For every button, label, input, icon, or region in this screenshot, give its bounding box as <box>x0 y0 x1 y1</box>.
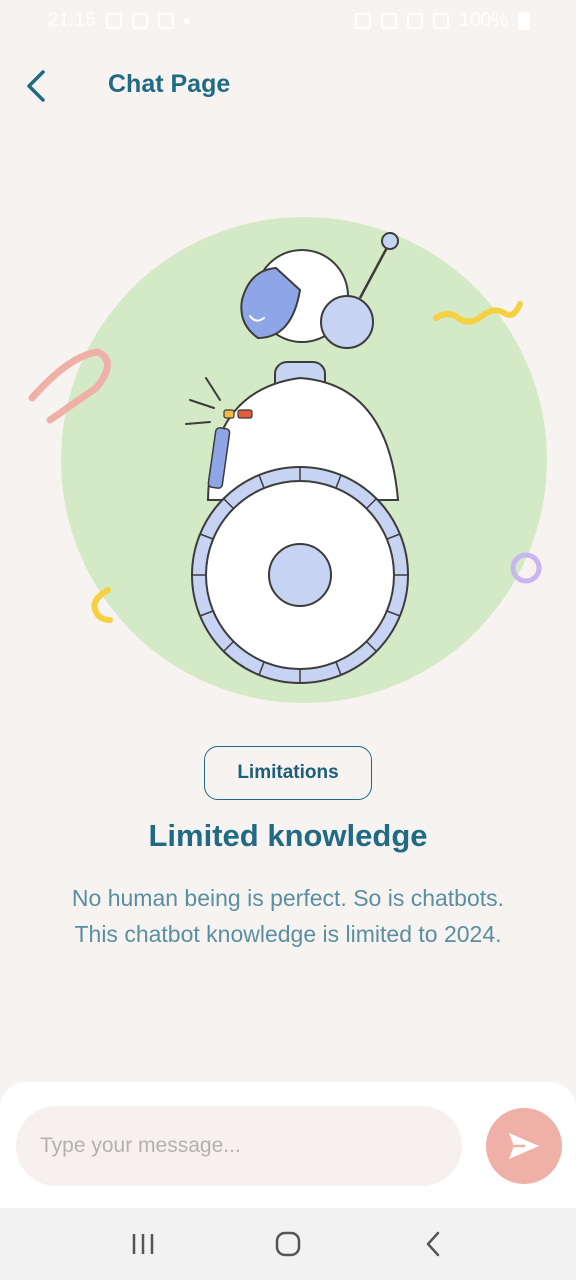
mute-icon <box>381 13 398 29</box>
system-back-button[interactable] <box>403 1214 463 1274</box>
chevron-left-icon <box>27 70 45 102</box>
alarm-icon <box>355 13 372 29</box>
status-left: 21:15 <box>48 10 190 32</box>
send-icon <box>509 1133 539 1159</box>
signal-icon <box>433 13 450 29</box>
app-notification-icon <box>157 13 174 29</box>
home-button[interactable] <box>258 1214 318 1274</box>
back-icon <box>427 1231 440 1257</box>
limitations-chip[interactable]: Limitations <box>204 746 372 800</box>
recents-button[interactable] <box>113 1214 173 1274</box>
battery-percent: 100% <box>459 10 508 31</box>
battery-icon <box>518 12 530 30</box>
recents-icon <box>132 1234 153 1254</box>
message-composer <box>0 1082 576 1208</box>
home-icon <box>275 1231 301 1257</box>
page-title: Chat Page <box>108 70 231 98</box>
facebook-icon <box>131 13 148 29</box>
wifi-icon <box>407 13 424 29</box>
status-bar: 21:15 100% <box>0 0 576 42</box>
section-description: No human being is perfect. So is chatbot… <box>71 885 505 947</box>
robot-illustration <box>28 217 547 703</box>
back-button[interactable] <box>14 64 58 108</box>
status-right: 100% <box>355 10 530 32</box>
app-bar: Chat Page <box>0 58 576 114</box>
section-heading: Limited knowledge <box>148 818 428 853</box>
message-input[interactable] <box>16 1106 462 1186</box>
status-time: 21:15 <box>48 10 96 31</box>
gallery-icon <box>105 13 122 29</box>
send-button[interactable] <box>486 1108 562 1184</box>
more-notifications-icon <box>183 18 190 24</box>
system-nav-bar <box>0 1208 576 1280</box>
